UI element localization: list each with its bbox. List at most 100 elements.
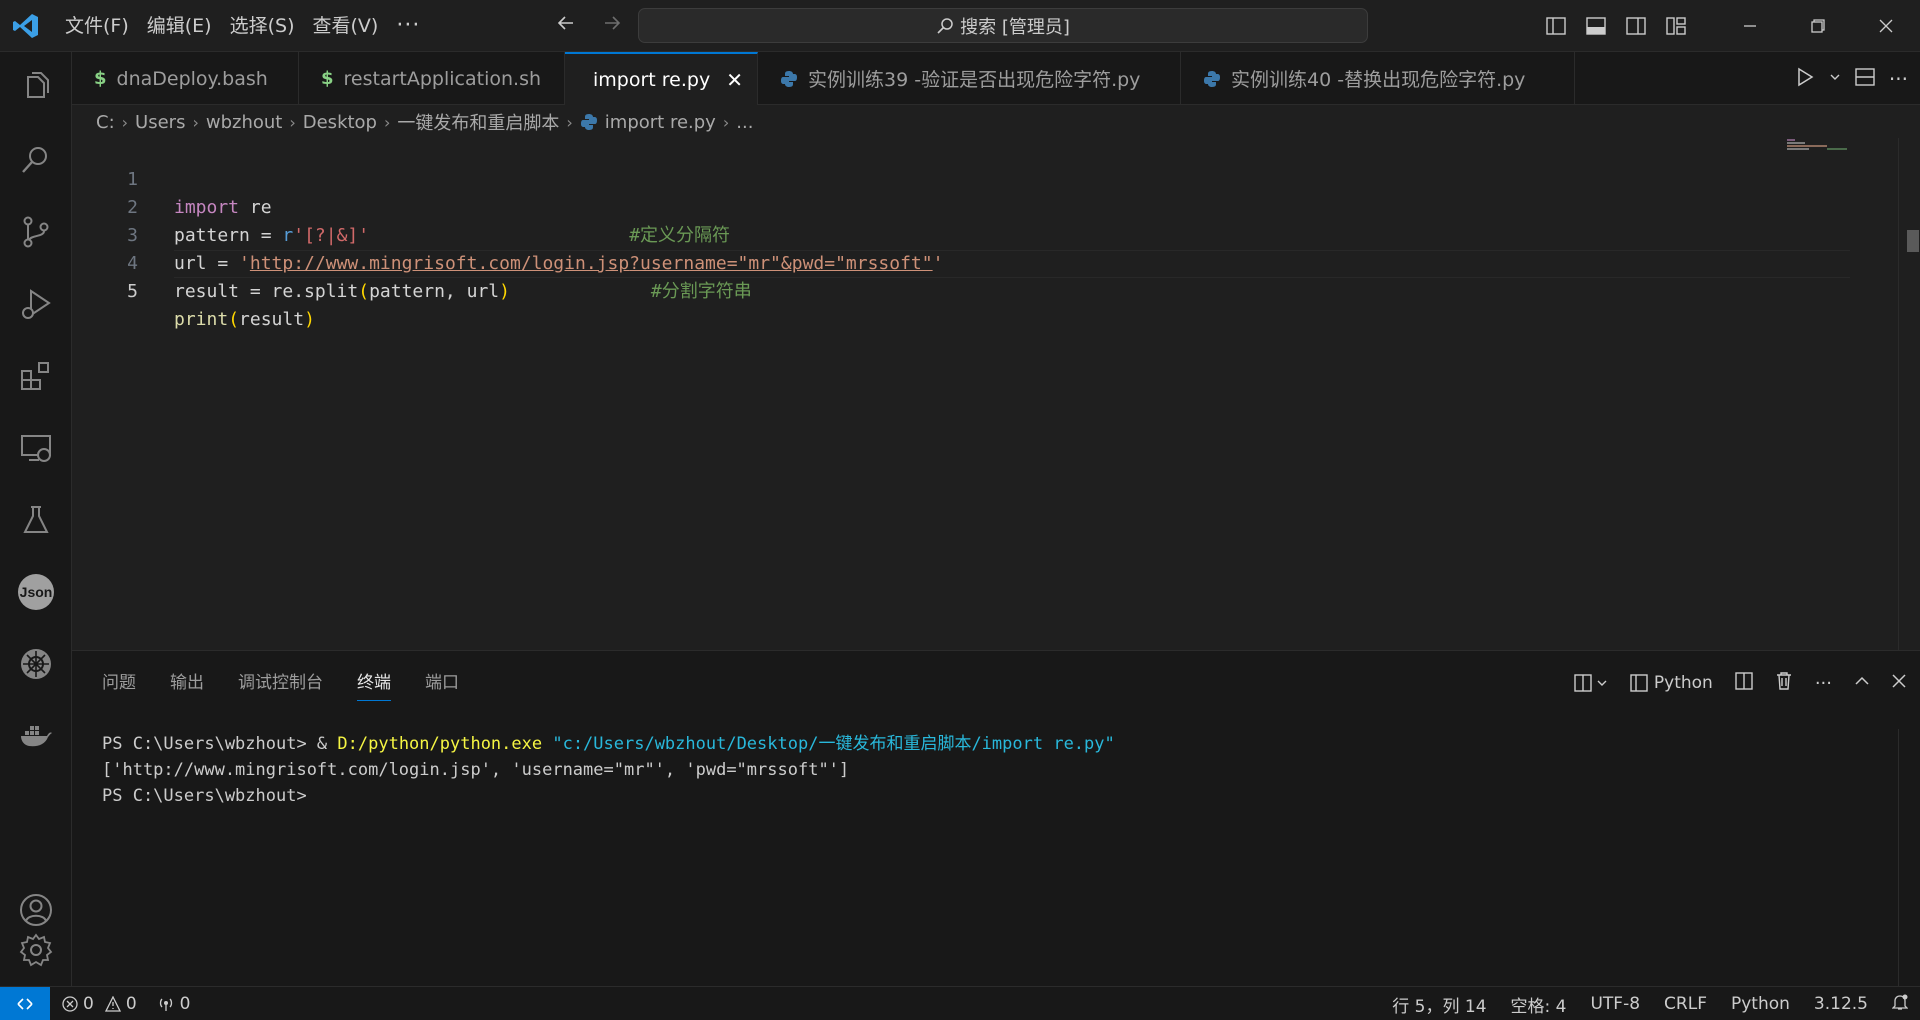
encoding[interactable]: UTF-8 [1590, 994, 1640, 1014]
close-panel-icon[interactable] [1892, 673, 1906, 693]
tab-problems[interactable]: 问题 [102, 665, 136, 701]
notifications-bell-icon[interactable] [1891, 993, 1909, 1016]
python-icon [1204, 70, 1220, 87]
run-dropdown-chevron-icon[interactable] [1829, 71, 1841, 87]
panel-tabs: 问题 输出 调试控制台 终端 端口 [102, 665, 459, 701]
customize-layout-icon[interactable] [1656, 6, 1696, 46]
end-of-line[interactable]: CRLF [1664, 994, 1707, 1014]
breadcrumb: C: › Users › wbzhout › Desktop › 一键发布和重启… [96, 108, 753, 136]
tab-label: 实例训练39 -验证是否出现危险字符.py [808, 69, 1141, 91]
explorer-icon[interactable] [0, 56, 72, 120]
maximize-panel-chevron-icon[interactable] [1854, 673, 1870, 694]
close-window-icon[interactable] [1852, 0, 1920, 52]
more-actions-icon[interactable]: ··· [1815, 673, 1832, 694]
breadcrumb-item[interactable]: 一键发布和重启脚本 [397, 109, 559, 135]
python-icon [580, 114, 597, 130]
command-center-search[interactable]: 搜索 [管理员] [638, 8, 1368, 43]
json-badge: Json [18, 574, 54, 610]
breadcrumb-item[interactable]: C: [96, 112, 115, 133]
status-right: 行 5，列 14 空格: 4 UTF-8 CRLF Python 3.12.5 [1392, 987, 1909, 1020]
ports-indicator[interactable]: 0 [157, 994, 190, 1014]
line-number: 5 [127, 281, 138, 302]
kubernetes-icon[interactable] [0, 632, 72, 696]
search-icon[interactable] [0, 128, 72, 192]
problems-indicator[interactable]: 0 0 [62, 994, 137, 1014]
code-editor[interactable]: 1 import re 2 pattern = r'[?|&]' #定义分隔符 … [72, 138, 1920, 650]
vscode-logo-icon[interactable] [12, 12, 40, 40]
status-left: 0 0 0 [62, 987, 190, 1020]
menu-selection[interactable]: 选择(S) [221, 9, 304, 43]
tab-ports[interactable]: 端口 [425, 665, 459, 701]
split-terminal-icon[interactable] [1735, 671, 1753, 695]
code-line: 2 pattern = r'[?|&]' #定义分隔符 [72, 166, 1852, 246]
remote-explorer-icon[interactable] [0, 416, 72, 480]
toggle-primary-sidebar-icon[interactable] [1536, 6, 1576, 46]
forward-arrow-icon[interactable] [598, 12, 626, 40]
testing-flask-icon[interactable] [0, 488, 72, 552]
menu-edit[interactable]: 编辑(E) [138, 9, 221, 43]
breadcrumb-item[interactable]: ... [736, 112, 753, 133]
language-mode[interactable]: Python [1731, 994, 1790, 1014]
title-bar: 文件(F) 编辑(E) 选择(S) 查看(V) ··· 搜索 [管理员] [0, 0, 1920, 52]
trash-icon[interactable] [1775, 671, 1793, 696]
tab-import-re[interactable]: import re.py ✕ [565, 52, 758, 105]
editor-scrollbar[interactable] [1898, 138, 1920, 650]
indentation[interactable]: 空格: 4 [1511, 992, 1567, 1017]
split-editor-icon[interactable] [1855, 67, 1875, 90]
run-debug-icon[interactable] [0, 272, 72, 336]
code-line: 5 print(result) [72, 250, 1852, 330]
chevron-right-icon: › [383, 112, 391, 132]
tab-label: dnaDeploy.bash [116, 67, 268, 90]
toggle-panel-icon[interactable] [1576, 6, 1616, 46]
tab-restartapplication[interactable]: $ restartApplication.sh [299, 52, 565, 105]
back-arrow-icon[interactable] [552, 12, 580, 40]
scroll-thumb[interactable] [1907, 230, 1919, 252]
tab-terminal[interactable]: 终端 [357, 665, 391, 701]
more-actions-icon[interactable]: ··· [1889, 67, 1908, 91]
tab-debug-console[interactable]: 调试控制台 [238, 665, 323, 701]
minimize-icon[interactable] [1716, 0, 1784, 52]
tab-dnadeploy[interactable]: $ dnaDeploy.bash [72, 52, 299, 105]
chevron-right-icon: › [722, 112, 730, 132]
json-extension-icon[interactable]: Json [0, 560, 72, 624]
minimap[interactable] [1787, 138, 1862, 152]
interpreter-version[interactable]: 3.12.5 [1814, 994, 1868, 1014]
terminal-profile-label: Python [1653, 673, 1713, 693]
source-control-icon[interactable] [0, 200, 72, 264]
toggle-secondary-sidebar-icon[interactable] [1616, 6, 1656, 46]
tab-example-40[interactable]: 实例训练40 -替换出现危险字符.py [1181, 52, 1575, 105]
terminal-line: PS C:\Users\wbzhout> & D:/python/python.… [102, 734, 1115, 754]
run-python-file-icon[interactable] [1795, 67, 1815, 91]
close-tab-icon[interactable]: ✕ [726, 68, 743, 92]
tab-label: import re.py [593, 68, 711, 91]
restore-icon[interactable] [1784, 0, 1852, 52]
new-terminal-layout-icon[interactable] [1574, 674, 1608, 692]
tab-output[interactable]: 输出 [170, 665, 204, 701]
shell-script-icon: $ [94, 68, 107, 89]
tab-example-39[interactable]: 实例训练39 -验证是否出现危险字符.py [758, 52, 1181, 105]
settings-gear-icon[interactable] [0, 918, 72, 982]
extensions-icon[interactable] [0, 344, 72, 408]
menu-file[interactable]: 文件(F) [56, 9, 138, 43]
title-bar-controls [1536, 0, 1920, 52]
code-line: 3 url = 'http://www.mingrisoft.com/login… [72, 194, 1852, 274]
shell-script-icon: $ [321, 68, 334, 89]
remote-indicator-icon[interactable] [0, 987, 50, 1020]
breadcrumb-item[interactable]: Users [135, 112, 185, 133]
terminal-scrollbar[interactable] [1898, 729, 1920, 987]
python-icon [781, 70, 797, 87]
error-count: 0 [83, 994, 94, 1014]
terminal-icon [1630, 674, 1648, 692]
cursor-position[interactable]: 行 5，列 14 [1392, 992, 1486, 1017]
warning-icon [104, 996, 121, 1012]
code-line: 4 result = re.split(pattern, url) #分割字符串 [72, 222, 1852, 302]
editor-actions: ··· [1795, 52, 1908, 105]
menu-more-icon[interactable]: ··· [387, 9, 429, 43]
breadcrumb-item[interactable]: import re.py [605, 112, 716, 133]
breadcrumb-item[interactable]: Desktop [303, 112, 377, 133]
breadcrumb-item[interactable]: wbzhout [206, 112, 282, 133]
docker-icon[interactable] [0, 704, 72, 768]
warning-count: 0 [125, 994, 137, 1014]
menu-view[interactable]: 查看(V) [304, 9, 388, 43]
terminal-profile[interactable]: Python [1630, 673, 1713, 693]
